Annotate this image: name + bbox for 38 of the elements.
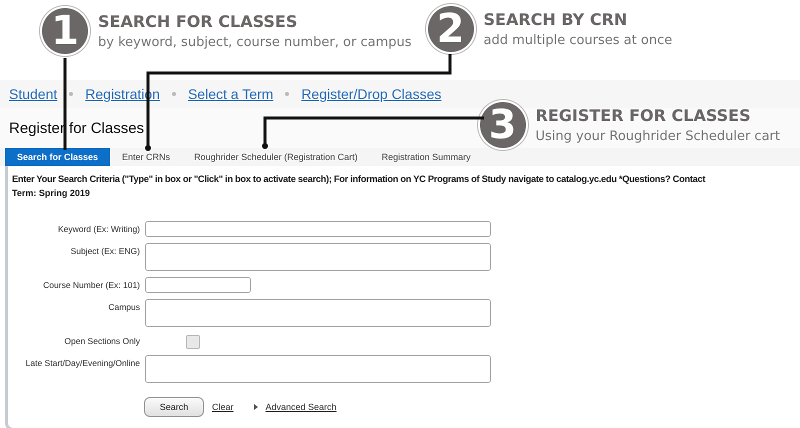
term-label: Term: Spring 2019 — [12, 188, 91, 198]
tab[interactable]: Registration Summary — [370, 148, 483, 166]
checkbox[interactable] — [186, 335, 200, 349]
callout-title: REGISTER FOR CLASSES — [536, 106, 752, 125]
callout-subtitle: add multiple courses at once — [484, 33, 672, 48]
tab[interactable]: Search for Classes — [5, 148, 110, 166]
breadcrumb-link[interactable]: Register/Drop Classes — [301, 86, 442, 102]
advanced-search-link[interactable]: Advanced Search — [266, 402, 337, 412]
field-label: Subject (Ex: ENG) — [70, 245, 140, 256]
breadcrumb-separator — [69, 92, 74, 96]
input-field[interactable] — [145, 277, 251, 293]
breadcrumb-separator — [172, 92, 176, 96]
page-title: Register for Classes — [9, 120, 144, 136]
step-number-badge: 2 — [428, 6, 474, 52]
step-number-badge: 1 — [42, 8, 88, 54]
callout-subtitle: Using your Roughrider Scheduler cart — [536, 129, 780, 144]
callout-subtitle: by keyword, subject, course number, or campus — [98, 35, 412, 50]
field-label: Open Sections Only — [63, 335, 140, 346]
callout-title: SEARCH BY CRN — [484, 10, 628, 29]
tab[interactable]: Enter CRNs — [110, 148, 182, 166]
step-number-badge: 3 — [480, 102, 526, 148]
breadcrumb-separator — [285, 92, 290, 96]
search-instructions: Enter Your Search Criteria ("Type" in box or "Click" in box to activate search); For information on YC Programs of Study navigate to catalog.yc.edu *Questions? Contact — [12, 174, 706, 184]
triangle-icon — [254, 404, 258, 410]
tab[interactable]: Roughrider Scheduler (Registration Cart) — [182, 148, 370, 166]
field-label: Keyword (Ex: Writing) — [56, 223, 140, 234]
field-label: Late Start/Day/Evening/Online — [24, 357, 140, 368]
field-label: Campus — [107, 301, 140, 312]
field-label: Course Number (Ex: 101) — [42, 279, 140, 290]
input-field[interactable] — [145, 221, 491, 237]
input-field[interactable] — [145, 355, 491, 383]
breadcrumb-link[interactable]: Select a Term — [188, 86, 274, 102]
search-button[interactable]: Search — [144, 397, 204, 417]
clear-link[interactable]: Clear — [212, 402, 234, 412]
input-field[interactable] — [145, 243, 491, 271]
input-field[interactable] — [145, 299, 491, 327]
callout-title: SEARCH FOR CLASSES — [98, 12, 298, 31]
breadcrumb-link[interactable]: Student — [9, 86, 58, 102]
